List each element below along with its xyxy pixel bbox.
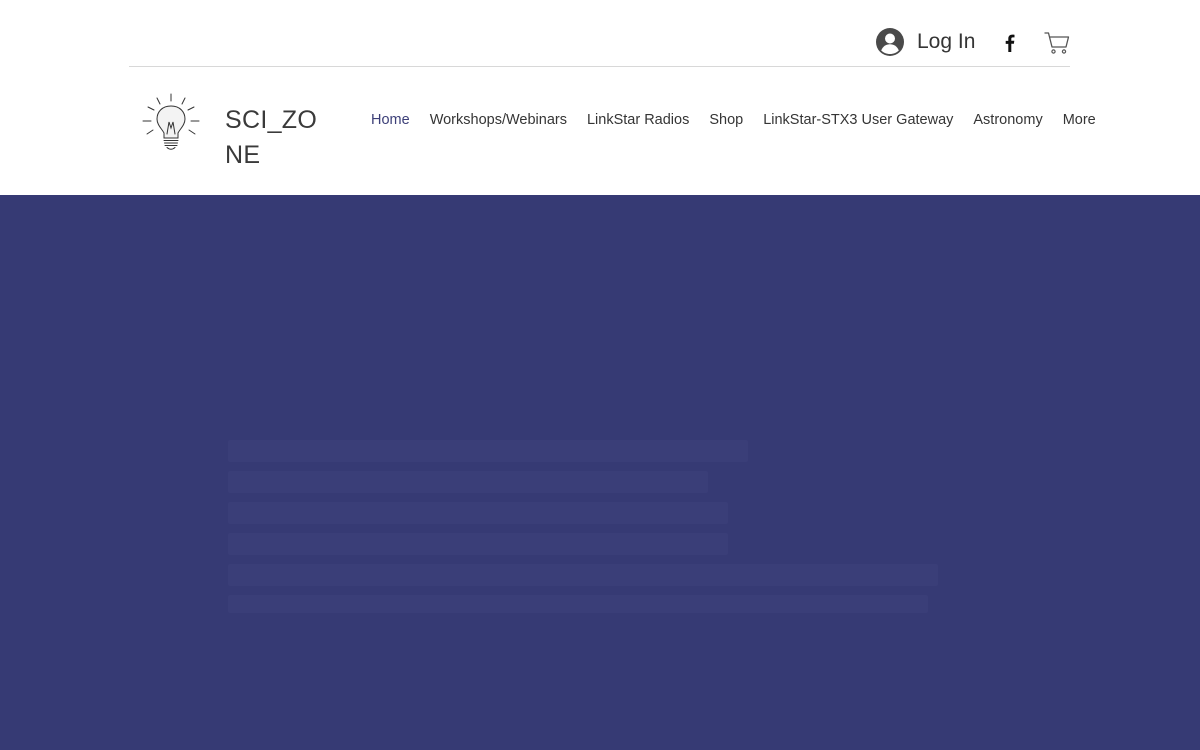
nav-item-workshops-webinars[interactable]: Workshops/Webinars: [420, 108, 577, 132]
login-button[interactable]: Log In: [876, 26, 975, 58]
nav-item-linkstar-radios[interactable]: LinkStar Radios: [577, 108, 699, 132]
page: Log In SCI_ZONE Home Workshops/Webinars …: [0, 0, 1200, 750]
main-navigation: Home Workshops/Webinars LinkStar Radios …: [361, 108, 1106, 132]
hero-text-placeholder-line: [228, 533, 728, 555]
lightbulb-logo-icon[interactable]: [140, 92, 202, 154]
top-utility-bar: Log In: [129, 0, 1070, 67]
shopping-cart-icon[interactable]: [1044, 31, 1070, 55]
facebook-icon[interactable]: [1000, 33, 1020, 53]
hero-section: [0, 195, 1200, 750]
user-avatar-icon: [876, 28, 904, 56]
site-brand-name[interactable]: SCI_ZONE: [225, 103, 335, 173]
login-label: Log In: [917, 30, 976, 53]
hero-text-placeholder-line: [228, 595, 928, 613]
hero-text-placeholder-line: [228, 564, 938, 586]
nav-item-astronomy[interactable]: Astronomy: [963, 108, 1052, 132]
hero-text-placeholder-line: [228, 502, 728, 524]
hero-text-placeholder-line: [228, 471, 708, 493]
nav-item-more[interactable]: More: [1053, 108, 1106, 132]
hero-text-placeholder-line: [228, 440, 748, 462]
nav-item-home[interactable]: Home: [361, 108, 420, 132]
nav-item-linkstar-stx3-user-gateway[interactable]: LinkStar-STX3 User Gateway: [753, 108, 963, 132]
nav-item-shop[interactable]: Shop: [699, 108, 753, 132]
